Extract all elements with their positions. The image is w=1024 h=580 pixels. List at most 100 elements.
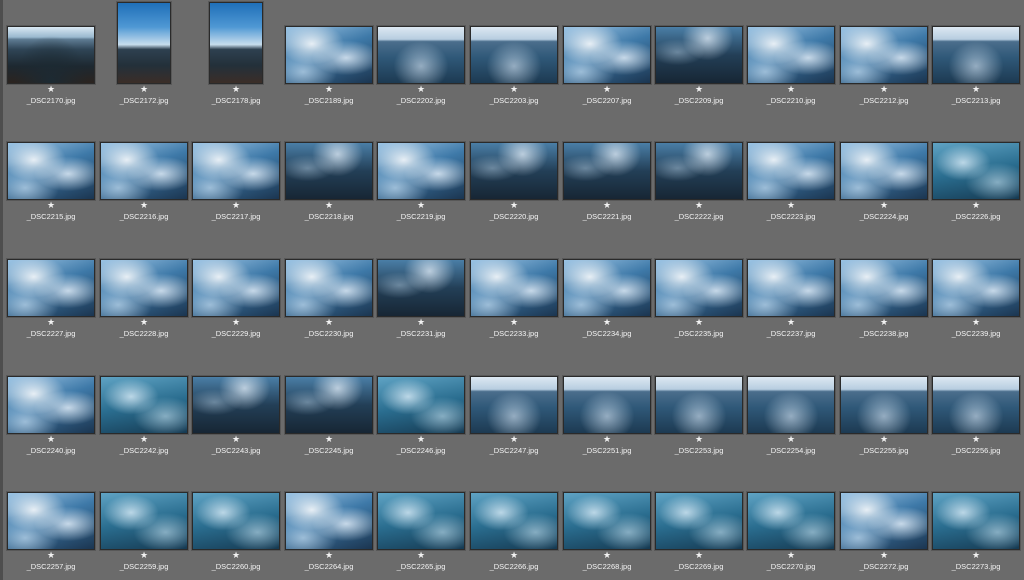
rating-star-icon[interactable]: ★	[745, 551, 837, 560]
rating-star-icon[interactable]: ★	[930, 85, 1022, 94]
rating-star-icon[interactable]: ★	[283, 85, 375, 94]
rating-star-icon[interactable]: ★	[653, 85, 745, 94]
thumbnail-cell[interactable]: ★ _DSC2266.jpg	[468, 466, 560, 576]
rating-star-icon[interactable]: ★	[283, 201, 375, 210]
thumbnail-image[interactable]	[840, 376, 928, 434]
thumbnail-image[interactable]	[285, 376, 373, 434]
thumbnail-cell[interactable]: ★ _DSC2210.jpg	[745, 0, 837, 110]
thumbnail-image[interactable]	[747, 492, 835, 550]
thumbnail-cell[interactable]: ★ _DSC2213.jpg	[930, 0, 1022, 110]
thumbnail-image[interactable]	[285, 259, 373, 317]
thumbnail-image[interactable]	[932, 26, 1020, 84]
rating-star-icon[interactable]: ★	[375, 318, 467, 327]
thumbnail-image[interactable]	[655, 376, 743, 434]
thumbnail-image[interactable]	[117, 2, 171, 84]
thumbnail-cell[interactable]: ★ _DSC2222.jpg	[653, 116, 745, 226]
thumbnail-cell[interactable]: ★ _DSC2221.jpg	[561, 116, 653, 226]
thumbnail-cell[interactable]: ★ _DSC2226.jpg	[930, 116, 1022, 226]
thumbnail-image[interactable]	[285, 26, 373, 84]
thumbnail-cell[interactable]: ★ _DSC2207.jpg	[561, 0, 653, 110]
rating-star-icon[interactable]: ★	[283, 435, 375, 444]
thumbnail-image[interactable]	[470, 376, 558, 434]
thumbnail-image[interactable]	[377, 259, 465, 317]
rating-star-icon[interactable]: ★	[468, 435, 560, 444]
thumbnail-image[interactable]	[747, 26, 835, 84]
thumbnail-image[interactable]	[285, 142, 373, 200]
thumbnail-image[interactable]	[285, 492, 373, 550]
thumbnail-cell[interactable]: ★ _DSC2231.jpg	[375, 233, 467, 343]
thumbnail-image[interactable]	[840, 142, 928, 200]
rating-star-icon[interactable]: ★	[190, 85, 282, 94]
rating-star-icon[interactable]: ★	[190, 201, 282, 210]
rating-star-icon[interactable]: ★	[375, 551, 467, 560]
rating-star-icon[interactable]: ★	[468, 318, 560, 327]
rating-star-icon[interactable]: ★	[5, 435, 97, 444]
rating-star-icon[interactable]: ★	[930, 551, 1022, 560]
thumbnail-cell[interactable]: ★ _DSC2172.jpg	[98, 0, 190, 110]
thumbnail-image[interactable]	[377, 376, 465, 434]
thumbnail-cell[interactable]: ★ _DSC2239.jpg	[930, 233, 1022, 343]
thumbnail-cell[interactable]: ★ _DSC2215.jpg	[5, 116, 97, 226]
thumbnail-image[interactable]	[563, 376, 651, 434]
thumbnail-image[interactable]	[655, 26, 743, 84]
rating-star-icon[interactable]: ★	[561, 85, 653, 94]
thumbnail-cell[interactable]: ★ _DSC2235.jpg	[653, 233, 745, 343]
thumbnail-image[interactable]	[7, 259, 95, 317]
rating-star-icon[interactable]: ★	[930, 435, 1022, 444]
thumbnail-cell[interactable]: ★ _DSC2202.jpg	[375, 0, 467, 110]
thumbnail-cell[interactable]: ★ _DSC2170.jpg	[5, 0, 97, 110]
thumbnail-image[interactable]	[932, 492, 1020, 550]
rating-star-icon[interactable]: ★	[653, 435, 745, 444]
thumbnail-image[interactable]	[7, 492, 95, 550]
rating-star-icon[interactable]: ★	[653, 201, 745, 210]
thumbnail-cell[interactable]: ★ _DSC2212.jpg	[838, 0, 930, 110]
thumbnail-image[interactable]	[747, 259, 835, 317]
thumbnail-image[interactable]	[100, 259, 188, 317]
thumbnail-image[interactable]	[7, 142, 95, 200]
rating-star-icon[interactable]: ★	[838, 318, 930, 327]
thumbnail-image[interactable]	[100, 492, 188, 550]
thumbnail-image[interactable]	[100, 142, 188, 200]
rating-star-icon[interactable]: ★	[98, 201, 190, 210]
rating-star-icon[interactable]: ★	[745, 85, 837, 94]
thumbnail-image[interactable]	[209, 2, 263, 84]
rating-star-icon[interactable]: ★	[375, 435, 467, 444]
thumbnail-image[interactable]	[840, 26, 928, 84]
rating-star-icon[interactable]: ★	[561, 435, 653, 444]
thumbnail-cell[interactable]: ★ _DSC2242.jpg	[98, 350, 190, 460]
rating-star-icon[interactable]: ★	[283, 318, 375, 327]
thumbnail-cell[interactable]: ★ _DSC2228.jpg	[98, 233, 190, 343]
thumbnail-cell[interactable]: ★ _DSC2265.jpg	[375, 466, 467, 576]
thumbnail-image[interactable]	[747, 142, 835, 200]
rating-star-icon[interactable]: ★	[98, 85, 190, 94]
rating-star-icon[interactable]: ★	[561, 318, 653, 327]
thumbnail-cell[interactable]: ★ _DSC2229.jpg	[190, 233, 282, 343]
thumbnail-cell[interactable]: ★ _DSC2217.jpg	[190, 116, 282, 226]
thumbnail-cell[interactable]: ★ _DSC2272.jpg	[838, 466, 930, 576]
rating-star-icon[interactable]: ★	[838, 85, 930, 94]
rating-star-icon[interactable]: ★	[653, 551, 745, 560]
rating-star-icon[interactable]: ★	[561, 551, 653, 560]
thumbnail-image[interactable]	[655, 142, 743, 200]
thumbnail-image[interactable]	[932, 376, 1020, 434]
thumbnail-image[interactable]	[655, 259, 743, 317]
thumbnail-image[interactable]	[932, 259, 1020, 317]
thumbnail-cell[interactable]: ★ _DSC2251.jpg	[561, 350, 653, 460]
rating-star-icon[interactable]: ★	[283, 551, 375, 560]
thumbnail-cell[interactable]: ★ _DSC2203.jpg	[468, 0, 560, 110]
thumbnail-image[interactable]	[470, 492, 558, 550]
thumbnail-cell[interactable]: ★ _DSC2223.jpg	[745, 116, 837, 226]
thumbnail-image[interactable]	[563, 142, 651, 200]
rating-star-icon[interactable]: ★	[468, 85, 560, 94]
rating-star-icon[interactable]: ★	[745, 435, 837, 444]
rating-star-icon[interactable]: ★	[375, 201, 467, 210]
thumbnail-cell[interactable]: ★ _DSC2254.jpg	[745, 350, 837, 460]
thumbnail-cell[interactable]: ★ _DSC2230.jpg	[283, 233, 375, 343]
thumbnail-image[interactable]	[470, 259, 558, 317]
thumbnail-cell[interactable]: ★ _DSC2240.jpg	[5, 350, 97, 460]
thumbnail-cell[interactable]: ★ _DSC2219.jpg	[375, 116, 467, 226]
thumbnail-cell[interactable]: ★ _DSC2259.jpg	[98, 466, 190, 576]
thumbnail-image[interactable]	[840, 492, 928, 550]
thumbnail-image[interactable]	[7, 26, 95, 84]
thumbnail-cell[interactable]: ★ _DSC2270.jpg	[745, 466, 837, 576]
